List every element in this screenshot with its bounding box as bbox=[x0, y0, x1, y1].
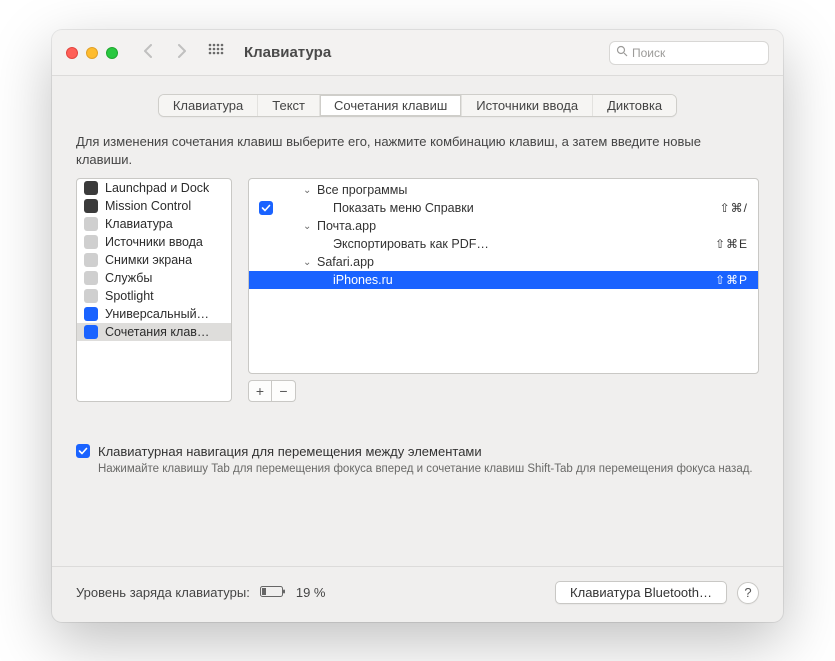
category-item-label: Spotlight bbox=[105, 289, 154, 303]
shortcut-item-label: Показать меню Справки bbox=[333, 201, 720, 215]
shortcut-group-label: Все программы bbox=[317, 183, 758, 197]
battery-icon bbox=[260, 585, 286, 601]
shortcut-group[interactable]: ⌄Safari.app bbox=[249, 253, 758, 271]
forward-button[interactable] bbox=[176, 44, 188, 61]
minimize-window-button[interactable] bbox=[86, 47, 98, 59]
search-placeholder: Поиск bbox=[632, 46, 665, 60]
tab-1[interactable]: Текст bbox=[258, 95, 320, 116]
shortcut-keys: ⇧⌘E bbox=[715, 237, 748, 251]
tab-bar: КлавиатураТекстСочетания клавишИсточники… bbox=[158, 94, 677, 117]
shortcut-list: ⌄Все программыПоказать меню Справки⇧⌘/⌄П… bbox=[248, 178, 759, 374]
shortcut-item[interactable]: iPhones.ru⇧⌘P bbox=[249, 271, 758, 289]
tab-2[interactable]: Сочетания клавиш bbox=[320, 95, 462, 116]
shortcut-checkbox[interactable] bbox=[259, 201, 273, 215]
category-item-screenshots[interactable]: Снимки экрана bbox=[77, 251, 231, 269]
launchpad-icon bbox=[83, 180, 99, 196]
category-item-launchpad[interactable]: Launchpad и Dock bbox=[77, 179, 231, 197]
shortcut-item-label: iPhones.ru bbox=[333, 273, 715, 287]
category-item-label: Универсальный… bbox=[105, 307, 209, 321]
titlebar: Клавиатура Поиск bbox=[52, 30, 783, 76]
shortcut-group[interactable]: ⌄Почта.app bbox=[249, 217, 758, 235]
remove-shortcut-button[interactable]: − bbox=[272, 380, 296, 402]
tab-3[interactable]: Источники ввода bbox=[462, 95, 593, 116]
keyboard-icon bbox=[83, 216, 99, 232]
category-item-app-shortcuts[interactable]: Сочетания клав… bbox=[77, 323, 231, 341]
tab-0[interactable]: Клавиатура bbox=[159, 95, 258, 116]
category-item-label: Launchpad и Dock bbox=[105, 181, 209, 195]
services-icon bbox=[83, 270, 99, 286]
shortcut-item-label: Экспортировать как PDF… bbox=[333, 237, 715, 251]
disclosure-triangle-icon: ⌄ bbox=[303, 185, 317, 196]
spotlight-icon bbox=[83, 288, 99, 304]
screenshots-icon bbox=[83, 252, 99, 268]
mission-control-icon bbox=[83, 198, 99, 214]
show-all-prefs-button[interactable] bbox=[208, 43, 224, 62]
category-item-accessibility[interactable]: Универсальный… bbox=[77, 305, 231, 323]
keyboard-nav-hint: Нажимайте клавишу Tab для перемещения фо… bbox=[98, 463, 759, 475]
category-item-label: Источники ввода bbox=[105, 235, 203, 249]
instruction-text: Для изменения сочетания клавиш выберите … bbox=[76, 133, 759, 168]
window-title: Клавиатура bbox=[244, 44, 331, 61]
shortcut-keys: ⇧⌘P bbox=[715, 273, 748, 287]
disclosure-triangle-icon: ⌄ bbox=[303, 221, 317, 232]
disclosure-triangle-icon: ⌄ bbox=[303, 257, 317, 268]
bluetooth-keyboard-button[interactable]: Клавиатура Bluetooth… bbox=[555, 581, 727, 604]
close-window-button[interactable] bbox=[66, 47, 78, 59]
keyboard-nav-checkbox[interactable] bbox=[76, 444, 90, 458]
add-shortcut-button[interactable]: + bbox=[248, 380, 272, 402]
category-list: Launchpad и Dock Mission Control Клавиатур… bbox=[76, 178, 232, 402]
shortcut-keys: ⇧⌘/ bbox=[720, 201, 748, 215]
app-shortcuts-icon bbox=[83, 324, 99, 340]
zoom-window-button[interactable] bbox=[106, 47, 118, 59]
shortcut-item[interactable]: Экспортировать как PDF…⇧⌘E bbox=[249, 235, 758, 253]
preferences-window: Клавиатура Поиск КлавиатураТекстСочетани… bbox=[52, 30, 783, 622]
shortcut-item[interactable]: Показать меню Справки⇧⌘/ bbox=[249, 199, 758, 217]
window-controls bbox=[66, 47, 118, 59]
category-item-label: Снимки экрана bbox=[105, 253, 192, 267]
battery-label: Уровень заряда клавиатуры: bbox=[76, 585, 250, 600]
category-item-label: Сочетания клав… bbox=[105, 325, 209, 339]
category-item-mission-control[interactable]: Mission Control bbox=[77, 197, 231, 215]
help-button[interactable]: ? bbox=[737, 582, 759, 604]
category-item-input-sources[interactable]: Источники ввода bbox=[77, 233, 231, 251]
category-item-label: Клавиатура bbox=[105, 217, 173, 231]
category-item-label: Службы bbox=[105, 271, 152, 285]
back-button[interactable] bbox=[142, 44, 154, 61]
shortcut-group[interactable]: ⌄Все программы bbox=[249, 181, 758, 199]
shortcut-group-label: Safari.app bbox=[317, 255, 758, 269]
shortcut-group-label: Почта.app bbox=[317, 219, 758, 233]
category-item-keyboard[interactable]: Клавиатура bbox=[77, 215, 231, 233]
tab-4[interactable]: Диктовка bbox=[593, 95, 676, 116]
category-item-label: Mission Control bbox=[105, 199, 191, 213]
battery-percent: 19 % bbox=[296, 585, 326, 600]
input-sources-icon bbox=[83, 234, 99, 250]
category-item-spotlight[interactable]: Spotlight bbox=[77, 287, 231, 305]
search-field[interactable]: Поиск bbox=[609, 41, 769, 65]
search-icon bbox=[616, 45, 628, 60]
accessibility-icon bbox=[83, 306, 99, 322]
add-remove-controls: + − bbox=[248, 380, 759, 402]
footer: Уровень заряда клавиатуры: 19 % Клавиату… bbox=[52, 566, 783, 622]
keyboard-nav-label: Клавиатурная навигация для перемещения м… bbox=[98, 444, 482, 459]
category-item-services[interactable]: Службы bbox=[77, 269, 231, 287]
